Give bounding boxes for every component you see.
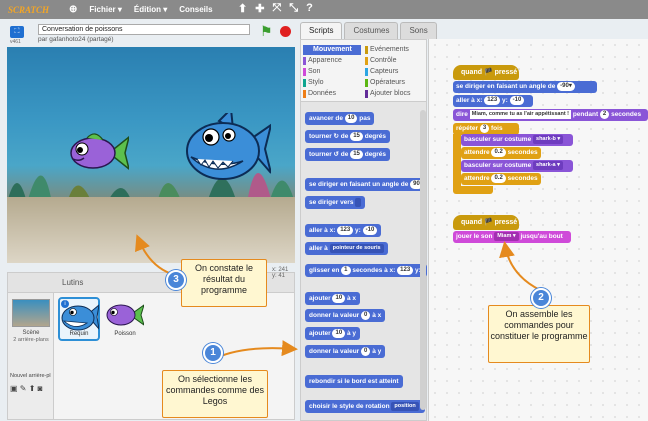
block-point-towards[interactable]: se diriger vers xyxy=(305,196,366,209)
scratch-logo[interactable]: SCRATCH xyxy=(8,5,49,15)
script-costume-a[interactable]: basculer sur costume shark-a ▾ xyxy=(461,160,573,172)
callout-assemble-commands: On assemble les commandes pour constitue… xyxy=(488,305,590,363)
script-say[interactable]: dire Miam, comme tu as l'air appétissant… xyxy=(453,109,648,121)
green-flag-icon[interactable]: ⚑ xyxy=(260,24,273,38)
help-icon[interactable]: ? xyxy=(306,2,313,15)
menu-edit[interactable]: Édition ▾ xyxy=(134,5,167,14)
hat-green-flag-2[interactable]: quand 🏴 pressé xyxy=(453,215,519,230)
scene-backdrop-count: 2 arrière-plans xyxy=(13,337,49,343)
tab-costumes[interactable]: Costumes xyxy=(344,22,399,39)
block-bounce[interactable]: rebondir si le bord est atteint xyxy=(305,375,403,388)
script-costume-b[interactable]: basculer sur costume shark-b ▾ xyxy=(461,134,573,146)
project-title-input[interactable]: Conversation de poissons xyxy=(38,24,250,35)
cat-sound[interactable]: Son xyxy=(303,67,320,77)
repeat-bracket xyxy=(453,134,461,188)
cat-motion[interactable]: Mouvement xyxy=(303,45,361,55)
script-play-sound[interactable]: jouer le son Miam ▾ jusqu'au bout xyxy=(453,231,571,243)
project-author: par gafanhoto24 (partagé) xyxy=(38,36,114,43)
callout-see-result: On constate le résultat du programme xyxy=(181,259,267,307)
scene-thumbnail[interactable] xyxy=(12,299,50,327)
block-turn-right[interactable]: tourner ↻ de 15 degrés xyxy=(305,130,391,143)
delete-icon[interactable]: ✚ xyxy=(255,2,264,15)
stop-icon[interactable] xyxy=(280,26,291,37)
toolbar-tools: ⬆ ✚ ⤧ ⤡ ? xyxy=(238,2,313,15)
shark-sprite[interactable] xyxy=(185,113,271,189)
cat-operators[interactable]: Opérateurs xyxy=(365,78,405,88)
repeat-bracket-end xyxy=(453,186,493,194)
category-list: Mouvement Apparence Son Stylo Données Ev… xyxy=(301,40,426,102)
script-wait-2[interactable]: attendre 0.2 secondes xyxy=(461,173,541,185)
script-wait-1[interactable]: attendre 0.2 secondes xyxy=(461,147,541,159)
stage-coordinates: x: 241 y: 41 xyxy=(272,267,289,279)
fish-sprite[interactable] xyxy=(69,129,129,177)
tab-scripts[interactable]: Scripts xyxy=(300,22,343,39)
block-palette: Mouvement Apparence Son Stylo Données Ev… xyxy=(300,39,427,421)
fullscreen-icon[interactable]: ⛶ xyxy=(10,26,24,38)
cat-looks[interactable]: Apparence xyxy=(303,56,342,66)
script-goto-xy[interactable]: aller à x: 123 y: -10 xyxy=(453,95,533,107)
stage[interactable] xyxy=(7,47,295,263)
block-goto-target[interactable]: aller à pointeur de souris xyxy=(305,242,388,255)
block-set-y[interactable]: donner la valeur 0 à y xyxy=(305,345,386,358)
step-badge-3: 3 xyxy=(166,270,186,290)
block-change-x[interactable]: ajouter 10 à x xyxy=(305,292,361,305)
menu-tips[interactable]: Conseils xyxy=(179,5,212,14)
sprite-label-poisson: Poisson xyxy=(114,331,136,337)
info-icon[interactable]: i xyxy=(61,300,69,308)
block-goto-xy[interactable]: aller à x: 123 y: -10 xyxy=(305,224,382,237)
new-backdrop-label: Nouvel arrière-pl xyxy=(10,373,51,379)
block-turn-left[interactable]: tourner ↺ de 15 degrés xyxy=(305,148,391,161)
script-point-direction[interactable]: se diriger en faisant un angle de -90▾ xyxy=(453,81,597,93)
block-rotation-style[interactable]: choisir le style de rotation position xyxy=(305,400,425,413)
globe-icon[interactable]: ⊕ xyxy=(69,4,77,15)
cat-pen[interactable]: Stylo xyxy=(303,78,324,88)
scene-label: Scène xyxy=(22,330,40,336)
sprite-label-requin: Requin xyxy=(69,331,89,337)
version-label: v461 xyxy=(10,39,21,45)
sprites-title: Lutins xyxy=(62,278,84,287)
sand-floor xyxy=(7,197,295,263)
backdrop-tools[interactable]: ▣ ✎ ⬆ ◙ xyxy=(10,384,42,393)
hat-green-flag-1[interactable]: quand 🏴 pressé xyxy=(453,65,519,80)
cat-more-blocks[interactable]: Ajouter blocs xyxy=(365,89,410,99)
block-set-x[interactable]: donner la valeur 0 à x xyxy=(305,309,386,322)
callout-select-commands: On sélectionne les commandes comme des L… xyxy=(162,370,268,418)
palette-scrollbar[interactable] xyxy=(420,110,426,410)
shrink-icon[interactable]: ⤡ xyxy=(289,2,298,15)
cat-events[interactable]: Evénements xyxy=(365,45,409,55)
step-badge-2: 2 xyxy=(531,288,551,308)
menu-bar: SCRATCH ⊕ Fichier ▾ Édition ▾ Conseils ⬆… xyxy=(0,0,648,19)
cat-sensing[interactable]: Capteurs xyxy=(365,67,398,77)
duplicate-icon[interactable]: ⬆ xyxy=(238,2,247,15)
block-change-y[interactable]: ajouter 10 à y xyxy=(305,327,361,340)
editor-tabs: Scripts Costumes Sons xyxy=(300,22,437,39)
cat-data[interactable]: Données xyxy=(303,89,336,99)
scene-column: Scène 2 arrière-plans Nouvel arrière-pl … xyxy=(8,293,54,419)
block-point-direction[interactable]: se diriger en faisant un angle de 90 xyxy=(305,178,423,191)
fish-thumb-icon xyxy=(106,304,144,326)
menu-file[interactable]: Fichier ▾ xyxy=(89,5,121,14)
block-move[interactable]: avancer de 10 pas xyxy=(305,112,375,125)
project-header: ⛶ v461 Conversation de poissons par gafa… xyxy=(6,22,306,46)
grow-icon[interactable]: ⤧ xyxy=(272,2,281,15)
cat-control[interactable]: Contrôle xyxy=(365,56,396,66)
tab-sounds[interactable]: Sons xyxy=(400,22,437,39)
step-badge-1: 1 xyxy=(203,343,223,363)
block-glide[interactable]: glisser en 1 secondes à x: 123 y: xyxy=(305,264,427,277)
